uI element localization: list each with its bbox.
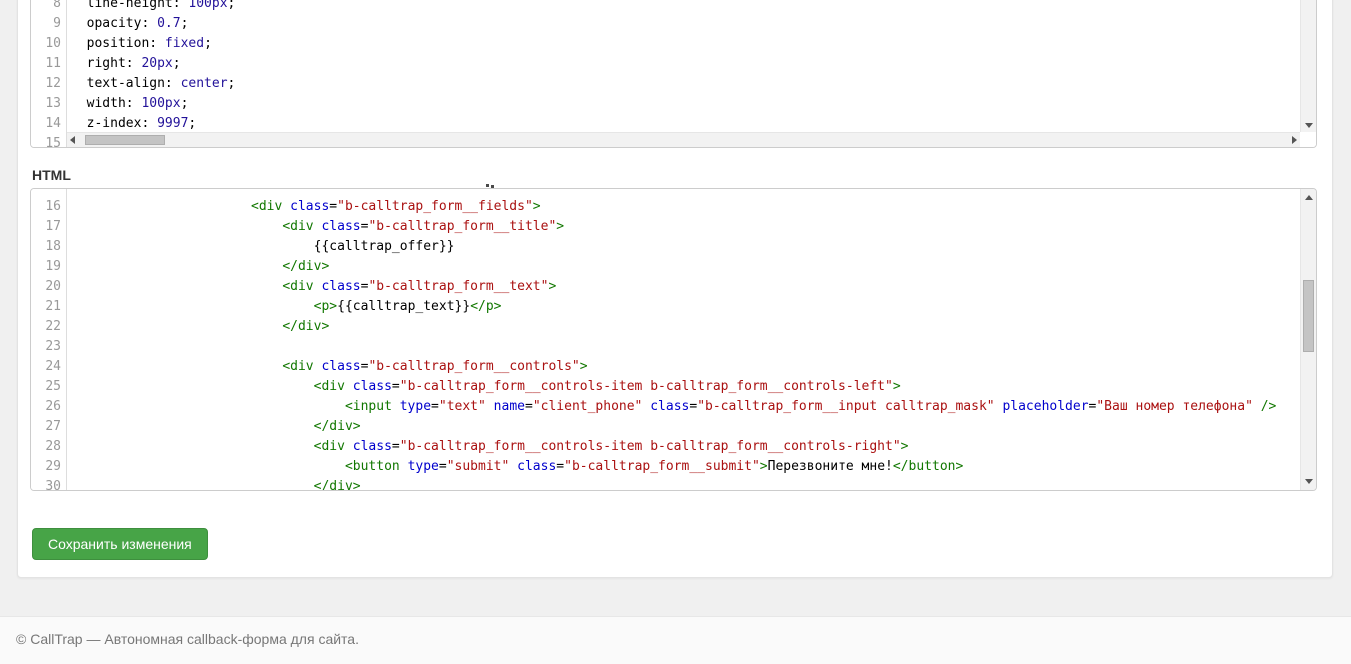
code-line: 18 {{calltrap_offer}} [31, 237, 1316, 257]
code-text: opacity: 0.7; [67, 14, 188, 34]
code-line: 12 text-align: center; [31, 74, 1316, 94]
html-code-lines: 16 <div class="b-calltrap_form__fields">… [31, 197, 1316, 491]
text-fragment-artifact [486, 184, 489, 187]
css-code-lines: 8 line-height: 100px;9 opacity: 0.7;10 p… [31, 0, 1316, 148]
code-text: <div class="b-calltrap_form__fields"> [67, 197, 541, 217]
line-number: 25 [31, 377, 67, 397]
line-number: 12 [31, 74, 67, 94]
code-text: <div class="b-calltrap_form__controls-it… [67, 437, 908, 457]
scroll-up-icon[interactable] [1305, 195, 1313, 200]
code-text [67, 337, 71, 357]
scroll-left-icon[interactable] [70, 136, 75, 144]
line-number: 21 [31, 297, 67, 317]
scroll-right-icon[interactable] [1292, 136, 1297, 144]
code-line: 19 </div> [31, 257, 1316, 277]
code-line: 23 [31, 337, 1316, 357]
css-code-editor[interactable]: 8 line-height: 100px;9 opacity: 0.7;10 p… [30, 0, 1317, 148]
line-number: 29 [31, 457, 67, 477]
code-line: 29 <button type="submit" class="b-calltr… [31, 457, 1316, 477]
page: 8 line-height: 100px;9 opacity: 0.7;10 p… [0, 0, 1351, 664]
line-number: 14 [31, 114, 67, 134]
code-line: 20 <div class="b-calltrap_form__text"> [31, 277, 1316, 297]
code-line: 8 line-height: 100px; [31, 0, 1316, 14]
code-line: 9 opacity: 0.7; [31, 14, 1316, 34]
code-text: </div> [67, 477, 361, 491]
code-line: 10 position: fixed; [31, 34, 1316, 54]
line-number: 9 [31, 14, 67, 34]
scroll-down-icon[interactable] [1305, 123, 1313, 128]
copyright-text: © CallTrap — Автономная callback-форма д… [0, 617, 1351, 647]
code-text: </div> [67, 257, 329, 277]
code-text: <div class="b-calltrap_form__controls"> [67, 357, 588, 377]
code-text: </div> [67, 417, 361, 437]
scrollbar-thumb[interactable] [85, 135, 165, 145]
line-number: 22 [31, 317, 67, 337]
code-text: <input type="text" name="client_phone" c… [67, 397, 1276, 417]
line-number: 16 [31, 197, 67, 217]
code-text: {{calltrap_offer}} [67, 237, 455, 257]
scrollbar-corner [1300, 132, 1316, 147]
code-line: 11 right: 20px; [31, 54, 1316, 74]
html-section-label: HTML [32, 167, 71, 183]
code-text: <button type="submit" class="b-calltrap_… [67, 457, 963, 477]
code-text: </div> [67, 317, 329, 337]
line-number: 8 [31, 0, 67, 14]
code-text: <p>{{calltrap_text}}</p> [67, 297, 502, 317]
code-line: 30 </div> [31, 477, 1316, 491]
code-text: position: fixed; [67, 34, 212, 54]
code-text: right: 20px; [67, 54, 181, 74]
page-footer: © CallTrap — Автономная callback-форма д… [0, 616, 1351, 664]
line-number: 24 [31, 357, 67, 377]
code-text: <div class="b-calltrap_form__text"> [67, 277, 556, 297]
code-line: 16 <div class="b-calltrap_form__fields"> [31, 197, 1316, 217]
line-number: 23 [31, 337, 67, 357]
line-number: 10 [31, 34, 67, 54]
line-number: 19 [31, 257, 67, 277]
code-line: 14 z-index: 9997; [31, 114, 1316, 134]
save-changes-button[interactable]: Сохранить изменения [32, 528, 208, 560]
line-number: 27 [31, 417, 67, 437]
horizontal-scrollbar[interactable] [67, 132, 1300, 147]
line-number: 18 [31, 237, 67, 257]
code-line: 21 <p>{{calltrap_text}}</p> [31, 297, 1316, 317]
line-number: 28 [31, 437, 67, 457]
code-line: 24 <div class="b-calltrap_form__controls… [31, 357, 1316, 377]
line-number: 26 [31, 397, 67, 417]
scroll-down-icon[interactable] [1305, 479, 1313, 484]
code-line: 13 width: 100px; [31, 94, 1316, 114]
scrollbar-thumb[interactable] [1303, 280, 1314, 352]
code-line: 25 <div class="b-calltrap_form__controls… [31, 377, 1316, 397]
vertical-scrollbar[interactable] [1300, 0, 1316, 134]
line-number: 30 [31, 477, 67, 491]
code-line: 28 <div class="b-calltrap_form__controls… [31, 437, 1316, 457]
line-number: 15 [31, 134, 67, 148]
code-line: 17 <div class="b-calltrap_form__title"> [31, 217, 1316, 237]
code-text: z-index: 9997; [67, 114, 196, 134]
line-number: 17 [31, 217, 67, 237]
code-line: 27 </div> [31, 417, 1316, 437]
code-text: <div class="b-calltrap_form__controls-it… [67, 377, 901, 397]
line-number: 20 [31, 277, 67, 297]
vertical-scrollbar[interactable] [1300, 189, 1316, 490]
code-line: 22 </div> [31, 317, 1316, 337]
code-line: 26 <input type="text" name="client_phone… [31, 397, 1316, 417]
line-number: 13 [31, 94, 67, 114]
code-text: <div class="b-calltrap_form__title"> [67, 217, 564, 237]
html-code-editor[interactable]: 16 <div class="b-calltrap_form__fields">… [30, 188, 1317, 491]
code-text: line-height: 100px; [67, 0, 235, 14]
code-text: text-align: center; [67, 74, 235, 94]
line-number: 11 [31, 54, 67, 74]
code-text: width: 100px; [67, 94, 188, 114]
